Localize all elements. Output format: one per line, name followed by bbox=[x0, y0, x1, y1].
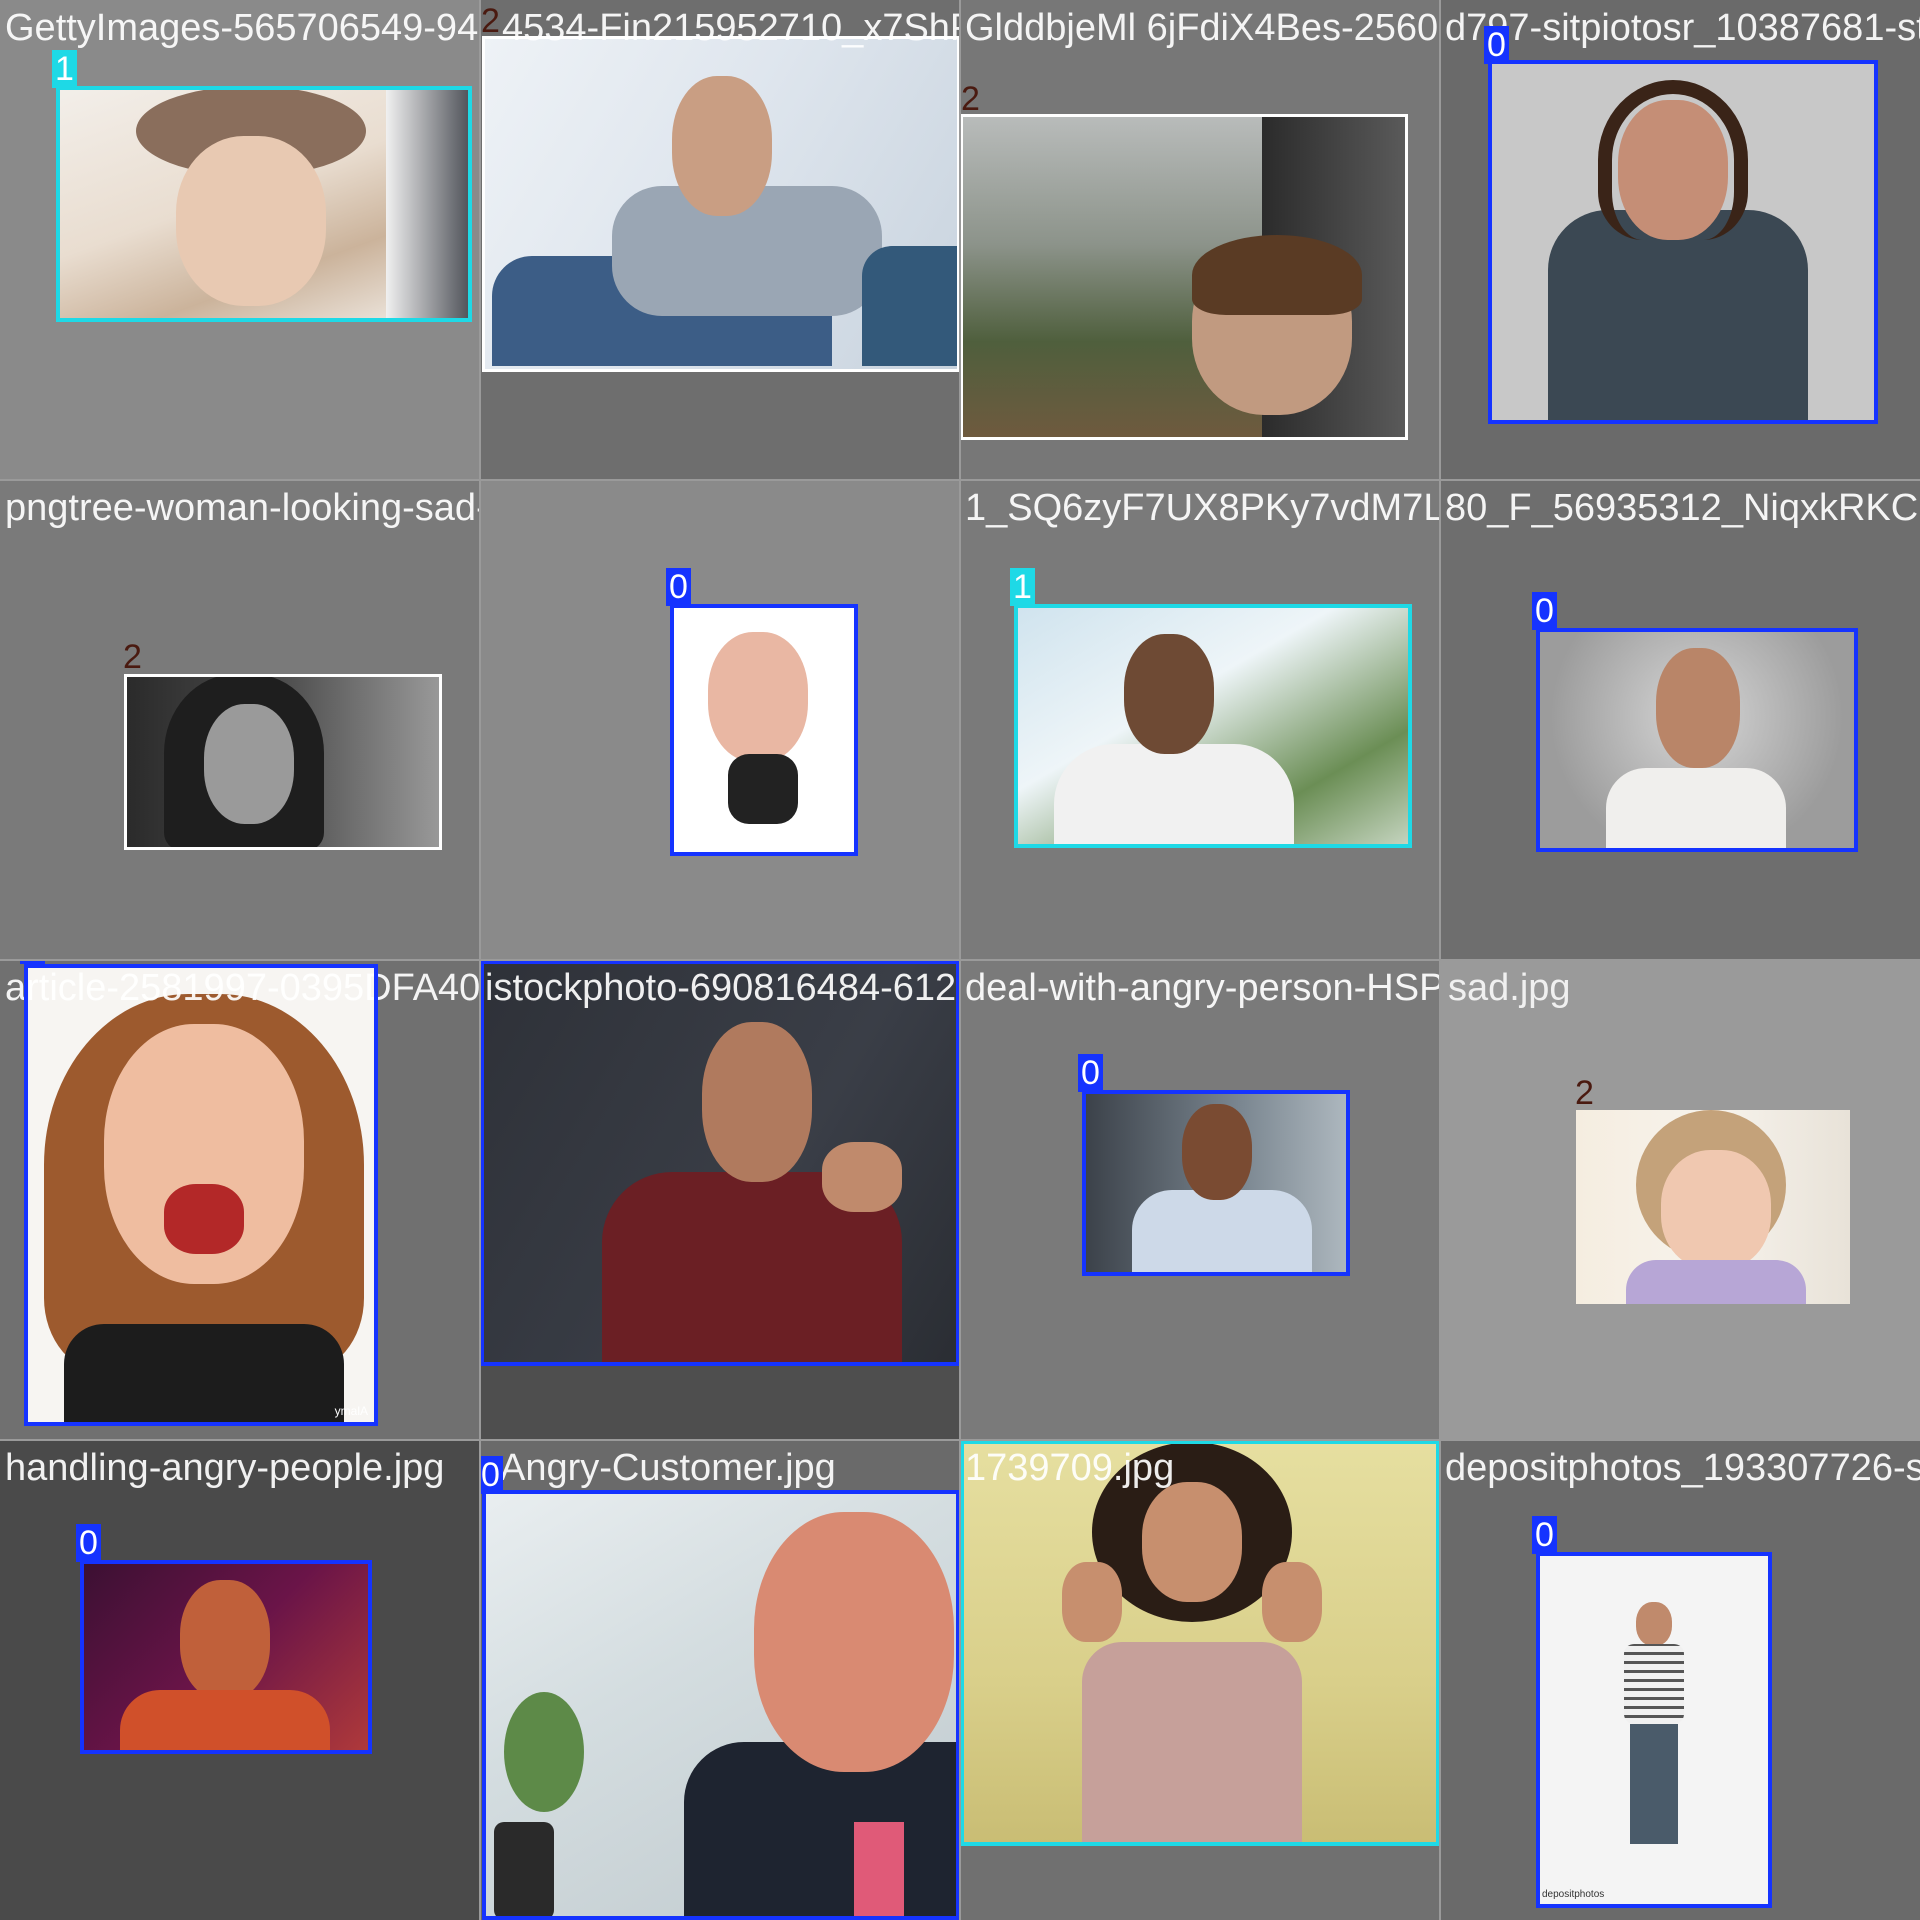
tile-1: 1 GettyImages-565706549-94... bbox=[0, 0, 480, 480]
tile-14: 0 Angry-Customer.jpg bbox=[480, 1440, 960, 1920]
box-label: 2 bbox=[961, 80, 980, 118]
tile-filename: depositphotos_193307726-s bbox=[1445, 1447, 1920, 1489]
tile-filename: pngtree-woman-looking-sad-anglyplasndnjp… bbox=[5, 487, 480, 529]
tile-filename: GlddbjeMl 6jFdiX4Bes-2560-x-... bbox=[965, 7, 1440, 49]
tile-13: 0 handling-angry-people.jpg bbox=[0, 1440, 480, 1920]
tile-filename: 1_SQ6zyF7UX8PKy7vdM7Ls6A.jpg bbox=[965, 487, 1440, 529]
tile-filename: d797-sitpiotosr_10387681-sto bbox=[1445, 7, 1920, 49]
tile-10: 0 istockphoto-690816484-612x612.jpg bbox=[480, 960, 960, 1440]
tile-12: 2 sad.jpg bbox=[1440, 960, 1920, 1440]
grid-line-h3 bbox=[0, 1439, 1920, 1441]
bounding-box-class-0 bbox=[480, 960, 960, 1366]
tile-3: 2 GlddbjeMl 6jFdiX4Bes-2560-x-... bbox=[960, 0, 1440, 480]
bounding-box-class-0 bbox=[1536, 628, 1858, 852]
box-label: 1 bbox=[52, 50, 77, 88]
grid-line-h2 bbox=[0, 959, 1920, 961]
bounding-box-class-0 bbox=[670, 604, 858, 856]
face-shape bbox=[1661, 1150, 1771, 1270]
tile-6: 0 bbox=[480, 480, 960, 960]
shirt-shape bbox=[1626, 1260, 1806, 1304]
tile-filename: Angry-Customer.jpg bbox=[500, 1447, 836, 1489]
bounding-box-class-2 bbox=[482, 36, 960, 372]
photo bbox=[1576, 1110, 1850, 1304]
tile-5: 2 pngtree-woman-looking-sad-anglyplasndn… bbox=[0, 480, 480, 960]
box-label: 0 bbox=[480, 1456, 503, 1494]
box-label: 2 bbox=[1575, 1074, 1594, 1112]
bounding-box-class-0 bbox=[24, 964, 378, 1426]
tile-16: depositphotos 0 depositphotos_193307726-… bbox=[1440, 1440, 1920, 1920]
bounding-box-class-0 bbox=[80, 1560, 372, 1754]
tile-11: 0 deal-with-angry-person-HSP.jpg bbox=[960, 960, 1440, 1440]
tile-15: 1 1739709.jpg bbox=[960, 1440, 1440, 1920]
box-label: 0 bbox=[666, 568, 691, 606]
tile-8: 0 80_F_56935312_NiqxkRKC bbox=[1440, 480, 1920, 960]
tile-filename: sad.jpg bbox=[1448, 967, 1571, 1009]
box-label: 0 bbox=[76, 1524, 101, 1562]
bounding-box-class-0 bbox=[1082, 1090, 1350, 1276]
bounding-box-class-2 bbox=[124, 674, 442, 850]
box-label: 0 bbox=[1532, 1516, 1557, 1554]
grid-line-h1 bbox=[0, 479, 1920, 481]
box-label: 2 bbox=[123, 638, 142, 676]
bounding-box-class-1 bbox=[1014, 604, 1412, 848]
tile-filename: deal-with-angry-person-HSP.jpg bbox=[965, 967, 1440, 1009]
box-label: 1 bbox=[1010, 568, 1035, 606]
bounding-box-class-0 bbox=[1536, 1552, 1772, 1908]
tile-2: 2 4534-Fin215952710_x7ShPli... bbox=[480, 0, 960, 480]
tile-filename: handling-angry-people.jpg bbox=[5, 1447, 445, 1489]
bounding-box-class-0 bbox=[482, 1490, 960, 1920]
bounding-box-class-0 bbox=[1488, 60, 1878, 424]
tile-7: 1 1_SQ6zyF7UX8PKy7vdM7Ls6A.jpg bbox=[960, 480, 1440, 960]
tile-9: ymalA 0 article-2581997-0395DFA400000578… bbox=[0, 960, 480, 1440]
box-label: 0 bbox=[1532, 592, 1557, 630]
tile-filename: 80_F_56935312_NiqxkRKC bbox=[1445, 487, 1919, 529]
box-label: 0 bbox=[1078, 1054, 1103, 1092]
box-label: 0 bbox=[1484, 26, 1509, 64]
bounding-box-class-2 bbox=[960, 114, 1408, 440]
tile-4: 0 d797-sitpiotosr_10387681-sto bbox=[1440, 0, 1920, 480]
detection-mosaic: 1 GettyImages-565706549-94... 2 4534-Fin… bbox=[0, 0, 1920, 1920]
bounding-box-class-1 bbox=[960, 1440, 1440, 1846]
tile-filename: GettyImages-565706549-94... bbox=[5, 7, 480, 49]
box-label: 2 bbox=[481, 2, 500, 40]
bounding-box-class-1 bbox=[56, 86, 472, 322]
